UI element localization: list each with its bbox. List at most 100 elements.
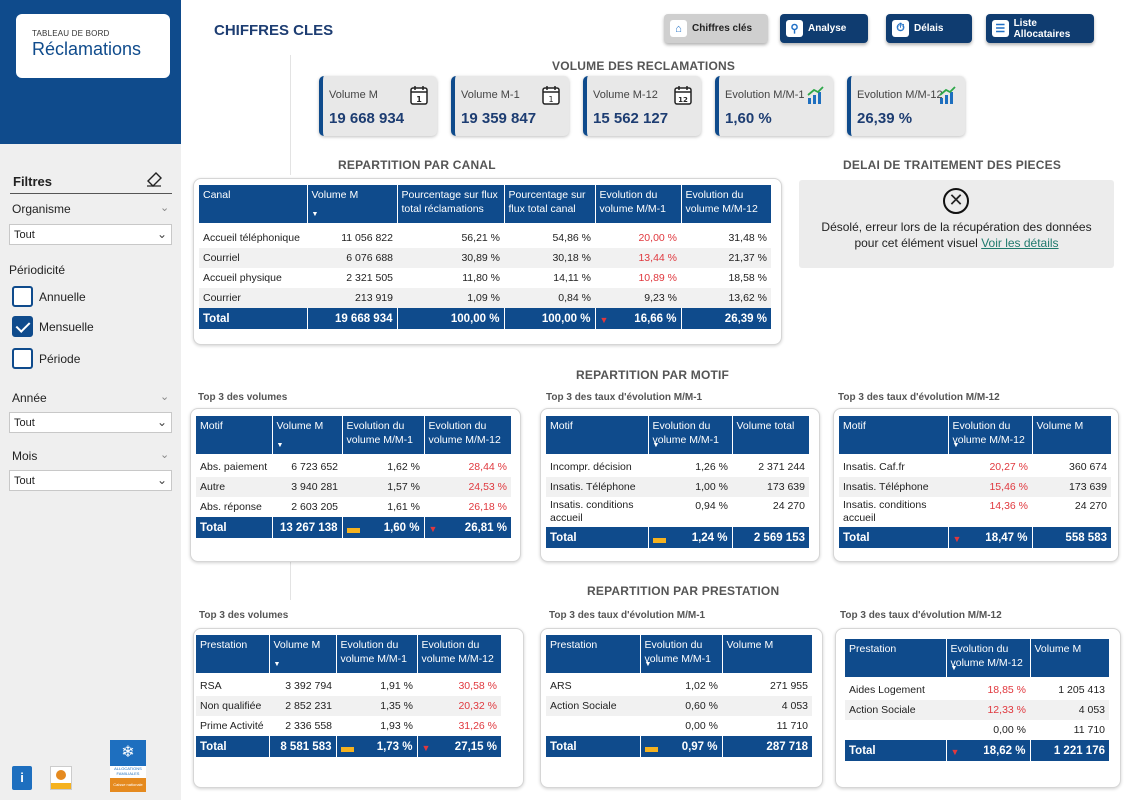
col-header[interactable]: Volume M ▼	[272, 416, 343, 454]
close-circle-icon: ✕	[943, 188, 969, 214]
table-row[interactable]: Non qualifiée 2 852 231 1,35 % 20,32 %	[196, 696, 501, 716]
total-row[interactable]: Total 8 581 583 1,73 % ▼ 27,15 %	[196, 736, 501, 757]
col-header[interactable]: Prestation	[546, 635, 641, 673]
col-header[interactable]: Evolution du volume M/M-1 ▼	[640, 635, 723, 673]
cell: Accueil physique	[203, 272, 282, 284]
col-header[interactable]: Evolution du volume M/M-1	[595, 185, 682, 223]
details-link[interactable]: Voir les détails	[981, 236, 1058, 250]
table-row[interactable]: Insatis. conditions accueil 14,36 % 24 270	[839, 497, 1111, 527]
guide-icon-bar	[51, 783, 71, 789]
col-header[interactable]: Motif	[839, 416, 949, 454]
cell: 28,44 %	[468, 461, 507, 473]
checkbox-annuelle[interactable]	[12, 286, 33, 307]
table-row[interactable]: Abs. paiement 6 723 652 1,62 % 28,44 %	[196, 457, 511, 477]
cell: 287 718	[722, 736, 812, 757]
total-row[interactable]: Total 1,24 % 2 569 153	[546, 527, 809, 548]
stopwatch-icon: ⏱	[892, 20, 909, 37]
organisme-select[interactable]: Tout ⌄	[9, 224, 172, 245]
col-header-label: Motif	[200, 420, 223, 432]
table-row[interactable]: 0,00 % 11 710	[845, 720, 1109, 740]
cell: 1,62 %	[387, 461, 420, 473]
table-row[interactable]: Courrier 213 919 1,09 % 0,84 % 9,23 % 13,62 %	[199, 288, 771, 308]
table-row[interactable]: Courriel 6 076 688 30,89 % 30,18 % 13,44 % 21…	[199, 248, 771, 268]
col-header[interactable]: Prestation	[196, 635, 270, 673]
chevron-down-icon: ⌄	[156, 473, 167, 487]
chevron-down-icon[interactable]: ⌄	[160, 201, 169, 214]
logo-text: Réclamations	[32, 39, 142, 59]
col-header[interactable]: Evolution du volume M/M-1 ▼	[648, 416, 733, 454]
nav-liste-allocataires-button[interactable]: ☰ Liste Allocataires	[986, 14, 1094, 43]
total-row[interactable]: Total 0,97 % 287 718	[546, 736, 812, 757]
col-header[interactable]: Volume M ▼	[269, 635, 337, 673]
table-row[interactable]: Accueil téléphonique 11 056 822 56,21 % 54,…	[199, 228, 771, 248]
cell: ARS	[550, 680, 572, 692]
col-header[interactable]: Volume M ▼	[307, 185, 398, 223]
col-header[interactable]: Motif	[196, 416, 273, 454]
eraser-icon[interactable]	[144, 168, 164, 188]
table-row[interactable]: Action Sociale 0,60 % 4 053	[546, 696, 812, 716]
cell: 4 053	[722, 696, 812, 716]
table-row[interactable]: Insatis. Téléphone 15,46 % 173 639	[839, 477, 1111, 497]
chevron-down-icon[interactable]: ⌄	[160, 390, 169, 403]
down-triangle-icon: ▼	[428, 523, 438, 534]
nav-delais-button[interactable]: ⏱ Délais	[886, 14, 972, 43]
cell: 30,58 %	[458, 680, 497, 692]
col-header[interactable]: Evolution du volume M/M-1	[336, 635, 418, 673]
table-row[interactable]: Insatis. Téléphone 1,00 % 173 639	[546, 477, 809, 497]
table-row[interactable]: Autre 3 940 281 1,57 % 24,53 %	[196, 477, 511, 497]
total-row[interactable]: Total 19 668 934 100,00 % 100,00 % ▼ 16,66 % 2…	[199, 308, 771, 329]
col-header[interactable]: Evolution du volume M/M-12 ▼	[946, 639, 1031, 677]
nav-analyse-label: Analyse	[808, 23, 847, 34]
col-header[interactable]: Evolution du volume M/M-12	[424, 416, 511, 454]
table-row[interactable]: Incompr. décision 1,26 % 2 371 244	[546, 457, 809, 477]
neutral-bar-icon	[652, 537, 666, 543]
col-header[interactable]: Volume total	[732, 416, 809, 454]
total-row[interactable]: Total ▼ 18,47 % 558 583	[839, 527, 1111, 548]
table-row[interactable]: Action Sociale 12,33 % 4 053	[845, 700, 1109, 720]
col-header[interactable]: Pourcentage sur flux total réclamations	[397, 185, 505, 223]
table-row[interactable]: Insatis. Caf.fr 20,27 % 360 674	[839, 457, 1111, 477]
table-row[interactable]: Aides Logement 18,85 % 1 205 413	[845, 680, 1109, 700]
col-header[interactable]: Evolution du volume M/M-1	[342, 416, 425, 454]
mois-select[interactable]: Tout ⌄	[9, 470, 172, 491]
table-row[interactable]: ARS 1,02 % 271 955	[546, 676, 812, 696]
cell: Insatis. Téléphone	[546, 477, 648, 497]
error-message-line1: Désolé, erreur lors de la récupération d…	[821, 220, 1092, 234]
table-row[interactable]: 0,00 % 11 710	[546, 716, 812, 736]
cell: 13,62 %	[681, 288, 771, 308]
total-row[interactable]: Total 13 267 138 1,60 % ▼ 26,81 %	[196, 517, 511, 538]
cell: 13 267 138	[272, 517, 343, 538]
cell: 18,85 %	[987, 684, 1026, 696]
total-row[interactable]: Total ▼ 18,62 % 1 221 176	[845, 740, 1109, 761]
info-book-icon[interactable]: i	[12, 766, 32, 790]
checkbox-mensuelle[interactable]	[12, 316, 33, 337]
col-header[interactable]: Evolution du volume M/M-12	[681, 185, 771, 223]
table-row[interactable]: Prime Activité 2 336 558 1,93 % 31,26 %	[196, 716, 501, 736]
col-header[interactable]: Evolution du volume M/M-12 ▼	[948, 416, 1033, 454]
cell: 1 221 176	[1030, 740, 1109, 761]
col-header-label: Volume M	[311, 189, 359, 201]
checkbox-periode[interactable]	[12, 348, 33, 369]
table-row[interactable]: Abs. réponse 2 603 205 1,61 % 26,18 %	[196, 497, 511, 517]
guide-icon[interactable]	[50, 766, 72, 790]
table-row[interactable]: Insatis. conditions accueil 0,94 % 24 270	[546, 497, 809, 527]
col-header[interactable]: Motif	[546, 416, 649, 454]
annee-value: Tout	[14, 417, 35, 429]
annee-select[interactable]: Tout ⌄	[9, 412, 172, 433]
chevron-down-icon[interactable]: ⌄	[160, 448, 169, 461]
col-header[interactable]: Pourcentage sur flux total canal	[504, 185, 596, 223]
col-header[interactable]: Volume M	[1032, 416, 1111, 454]
col-header[interactable]: Volume M	[722, 635, 812, 673]
col-header[interactable]: Evolution du volume M/M-12	[417, 635, 501, 673]
col-header[interactable]: Prestation	[845, 639, 947, 677]
cell: ▼ 27,15 %	[417, 736, 501, 757]
col-header[interactable]: Volume M	[1030, 639, 1109, 677]
col-header-label: Canal	[203, 189, 231, 201]
table-row[interactable]: RSA 3 392 794 1,91 % 30,58 %	[196, 676, 501, 696]
table-row[interactable]: Accueil physique 2 321 505 11,80 % 14,11 % 1…	[199, 268, 771, 288]
cell: 24 270	[772, 500, 805, 512]
nav-chiffres-cles-button[interactable]: ⌂ Chiffres clés	[664, 14, 768, 43]
col-header[interactable]: Canal	[199, 185, 308, 223]
nav-chiffres-cles-label: Chiffres clés	[692, 23, 753, 34]
nav-analyse-button[interactable]: ⚲ Analyse	[780, 14, 868, 43]
